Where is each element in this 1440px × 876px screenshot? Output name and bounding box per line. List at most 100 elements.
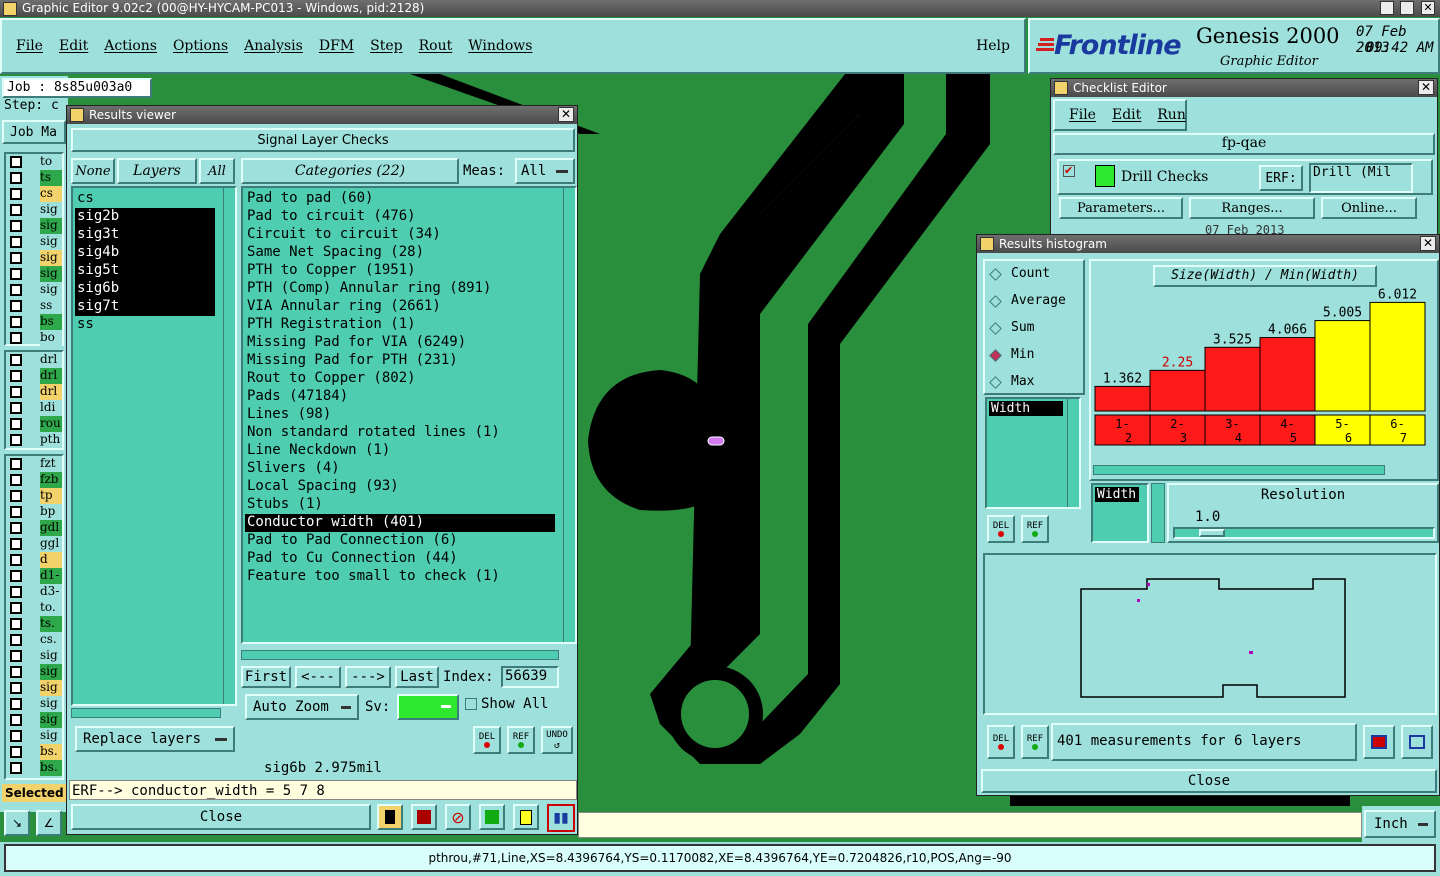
width-item[interactable]: Width [1095, 487, 1139, 502]
checklist-close-icon[interactable]: ✕ [1418, 80, 1434, 95]
sv-color-dropdown[interactable] [397, 694, 459, 720]
layer-checkbox[interactable] [10, 618, 22, 630]
checklist-menu-run[interactable]: Run [1157, 107, 1186, 123]
checklist-menu-file[interactable]: File [1069, 107, 1096, 123]
layer-checkbox[interactable] [10, 602, 22, 614]
layers_c-row[interactable]: fzb [6, 472, 62, 488]
layers-list[interactable]: cs sig2b sig3t sig4b sig5t sig6b sig7t ss [71, 186, 237, 706]
last-button[interactable]: Last [395, 666, 439, 688]
histogram-close-icon[interactable]: ✕ [1420, 236, 1436, 251]
layer-item[interactable]: sig6b [75, 280, 215, 298]
layers-scrollbar[interactable] [223, 188, 235, 704]
layer-checkbox[interactable] [10, 220, 22, 232]
layers_a-row[interactable]: sig [6, 266, 62, 282]
map-ref-button[interactable]: REF [1021, 725, 1049, 759]
layer-checkbox[interactable] [10, 236, 22, 248]
category-item[interactable]: Pad to Pad Connection (6) [245, 532, 555, 550]
category-item[interactable]: Feature too small to check (1) [245, 568, 555, 586]
zoom-tool-icon[interactable]: ↘ [4, 810, 30, 836]
categories-hscrollbar[interactable] [241, 650, 559, 660]
layers_c-row[interactable]: gdl [6, 520, 62, 536]
layer-checkbox[interactable] [10, 490, 22, 502]
report-icon[interactable] [513, 804, 539, 830]
menu-analysis[interactable]: Analysis [244, 38, 303, 54]
layer-item[interactable]: sig3t [75, 226, 215, 244]
category-item[interactable]: Pad to circuit (476) [245, 208, 555, 226]
category-item[interactable]: VIA Annular ring (2661) [245, 298, 555, 316]
menu-help[interactable]: Help [976, 38, 1010, 54]
menu-dfm[interactable]: DFM [319, 38, 354, 54]
no-ref-icon[interactable]: ⊘ [445, 804, 471, 830]
layer-checkbox[interactable] [10, 188, 22, 200]
layer-checkbox[interactable] [10, 332, 22, 344]
none-button[interactable]: None [71, 158, 115, 184]
results-close-button[interactable]: Close [71, 804, 371, 830]
index-input[interactable]: 56639 [501, 666, 559, 688]
undo-button[interactable]: UNDO ↺ [541, 726, 573, 754]
layers_c-row[interactable]: sig [6, 728, 62, 744]
layer-checkbox[interactable] [10, 762, 22, 774]
category-item[interactable]: Pad to pad (60) [245, 190, 555, 208]
layer-checkbox[interactable] [10, 570, 22, 582]
layers_c-row[interactable]: sig [6, 648, 62, 664]
layers_a-row[interactable]: sig [6, 282, 62, 298]
category-item[interactable]: Missing Pad for PTH (231) [245, 352, 555, 370]
layer-item[interactable]: sig5t [75, 262, 215, 280]
category-item[interactable]: Local Spacing (93) [245, 478, 555, 496]
histogram-bar[interactable] [1094, 385, 1151, 412]
category-item[interactable]: Conductor width (401) [245, 514, 555, 532]
layers_c-row[interactable]: bp [6, 504, 62, 520]
erf-button[interactable]: ERF: [1259, 165, 1303, 191]
erf-value[interactable]: Drill (Mil [1309, 163, 1413, 193]
layers_c-row[interactable]: ggl [6, 536, 62, 552]
menu-edit[interactable]: Edit [59, 38, 88, 54]
layer-checkbox[interactable] [10, 316, 22, 328]
layers_c-row[interactable]: sig [6, 680, 62, 696]
mode-radio[interactable]: Max [985, 369, 1083, 396]
meas-dropdown[interactable]: All [515, 158, 575, 184]
mode-radio[interactable]: Count [985, 261, 1083, 288]
layer-checkbox[interactable] [10, 284, 22, 296]
category-item[interactable]: PTH (Comp) Annular ring (891) [245, 280, 555, 298]
width-scrollbar[interactable] [1151, 483, 1165, 543]
mode-radio[interactable]: Average [985, 288, 1083, 315]
histogram-bar[interactable] [1369, 301, 1426, 412]
next-button[interactable]: ---> [345, 666, 391, 688]
layers_c-row[interactable]: ts. [6, 616, 62, 632]
histogram-bar[interactable] [1314, 320, 1371, 412]
menu-file[interactable]: File [16, 38, 43, 54]
zoom-fit-icon[interactable] [1401, 725, 1433, 759]
layer-checkbox[interactable] [10, 156, 22, 168]
layer-checkbox[interactable] [10, 458, 22, 470]
layer-checkbox[interactable] [10, 522, 22, 534]
layers_c-row[interactable]: d3- [6, 584, 62, 600]
resolution-slider-thumb[interactable] [1199, 529, 1225, 537]
layer-item[interactable]: ss [75, 316, 215, 334]
layers_b-row[interactable]: pth [6, 432, 62, 448]
layer-checkbox[interactable] [10, 300, 22, 312]
checklist-menu-edit[interactable]: Edit [1112, 107, 1141, 123]
layers_a-row[interactable]: ts [6, 170, 62, 186]
layers_b-row[interactable]: drl [6, 384, 62, 400]
show-feature-icon[interactable] [411, 804, 437, 830]
layers_a-row[interactable]: bs [6, 314, 62, 330]
histogram-chart[interactable]: 1.362 1-2 2.25 2-3 3.525 3-4 4.066 4-5 5.005 5-6 6… [1091, 287, 1435, 459]
parameters-button[interactable]: Parameters... [1059, 197, 1183, 219]
layer-checkbox[interactable] [10, 650, 22, 662]
layer-checkbox[interactable] [10, 538, 22, 550]
layer-item[interactable]: sig7t [75, 298, 215, 316]
layers_b-row[interactable]: rou [6, 416, 62, 432]
layers_c-row[interactable]: cs. [6, 632, 62, 648]
layers_c-row[interactable]: bs. [6, 760, 62, 776]
menu-step[interactable]: Step [370, 38, 402, 54]
layers_a-row[interactable]: sig [6, 234, 62, 250]
layer-checkbox[interactable] [10, 554, 22, 566]
replace-layers-dropdown[interactable]: Replace layers [75, 726, 235, 752]
layer-item[interactable]: cs [75, 190, 215, 208]
layers_c-row[interactable]: d1- [6, 568, 62, 584]
board-map[interactable] [983, 553, 1437, 715]
layers_a-row[interactable]: ss [6, 298, 62, 314]
width-list[interactable]: Width [1091, 483, 1149, 543]
chart-hscrollbar[interactable] [1093, 465, 1385, 475]
layer-checkbox[interactable] [10, 252, 22, 264]
